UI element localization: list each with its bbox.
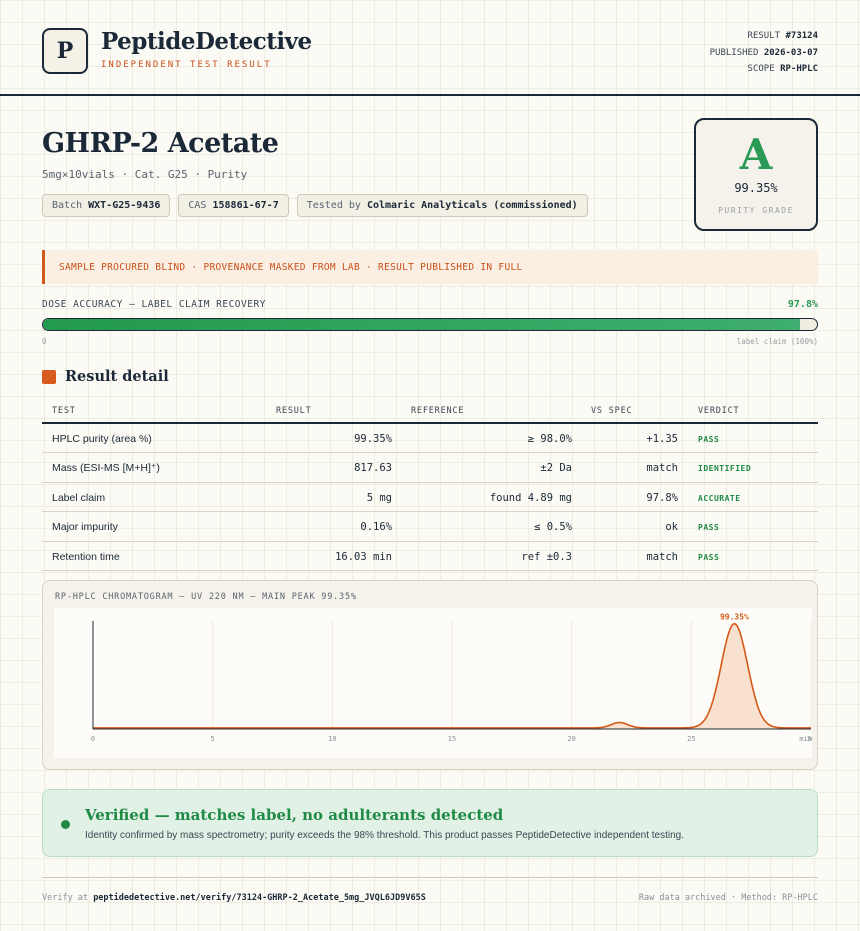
cell-test: HPLC purity (area %) (52, 433, 152, 445)
cell-verdict: ACCURATE (698, 493, 741, 503)
table-row: Major impurity 0.16% ≤ 0.5% ok PASS (42, 512, 818, 542)
x-tick-label: 10 (328, 735, 336, 743)
cell-verdict: PASS (698, 523, 720, 533)
table-row: Label claim 5 mg found 4.89 mg 97.8% ACC… (42, 483, 818, 513)
cell-vs-spec: match (646, 462, 678, 475)
verified-title: Verified — matches label, no adulterants… (85, 806, 504, 824)
cas-chip: CAS 158861-67-7 (178, 194, 289, 217)
x-tick-label: 0 (91, 735, 95, 743)
cell-result: 817.63 (354, 462, 392, 475)
table-header: TEST RESULT REFERENCE VS SPEC VERDICT (42, 398, 818, 424)
cell-reference: ≥ 98.0% (527, 433, 572, 445)
result-table: TEST RESULT REFERENCE VS SPEC VERDICT HP… (42, 398, 818, 571)
cell-result: 5 mg (366, 491, 392, 504)
cell-reference: ref ±0.3 (521, 550, 572, 563)
page-header: P PeptideDetective INDEPENDENT TEST RESU… (0, 0, 860, 96)
batch-chip: Batch WXT-G25-9436 (42, 194, 171, 217)
cell-verdict: IDENTIFIED (698, 464, 752, 474)
cell-vs-spec: 97.8% (646, 491, 678, 504)
chromatogram-svg: 051015202530min99.35% (91, 613, 815, 743)
table-row: Mass (ESI-MS [M+H]⁺) 817.63 ±2 Da match … (42, 453, 818, 483)
meta-result: RESULT #73124 (747, 31, 818, 41)
cell-reference: found 4.89 mg (489, 491, 572, 504)
chromatogram-title: RP-HPLC CHROMATOGRAM — UV 220 NM — MAIN … (55, 592, 357, 602)
cell-reference: ≤ 0.5% (534, 521, 572, 534)
dose-progress-fill (43, 319, 800, 330)
grade-letter: A (739, 130, 773, 179)
header-verdict: VERDICT (698, 406, 740, 416)
brand-name: PeptideDetective (101, 28, 312, 55)
verified-banner: Verified — matches label, no adulterants… (42, 789, 818, 857)
grade-percent: 99.35% (734, 181, 778, 195)
x-tick-label: 5 (211, 735, 215, 743)
meta-scope: SCOPE RP-HPLC (747, 64, 818, 74)
product-subtitle: 5mg×10vials · Cat. G25 · Purity (42, 168, 248, 181)
cell-vs-spec: ok (665, 521, 678, 534)
footer-method: Raw data archived · Method: RP-HPLC (638, 893, 818, 903)
x-unit-label: min (799, 735, 812, 743)
header-vs-spec: VS SPEC (591, 406, 633, 416)
header-test: TEST (52, 406, 76, 416)
result-detail-title: Result detail (65, 368, 169, 385)
cell-reference: ±2 Da (540, 462, 572, 475)
cell-vs-spec: +1.35 (646, 433, 678, 445)
cell-verdict: PASS (698, 435, 720, 444)
x-tick-label: 20 (567, 735, 575, 743)
peak-label: 99.35% (720, 613, 749, 622)
procurement-notice: SAMPLE PROCURED BLIND · PROVENANCE MASKE… (42, 250, 818, 284)
cell-result: 0.16% (360, 521, 392, 534)
dose-max-label: label claim (100%) (736, 337, 818, 346)
result-meta: RESULT #73124 PUBLISHED 2026-03-07 SCOPE… (710, 28, 818, 78)
verified-text: Identity confirmed by mass spectrometry;… (85, 830, 685, 841)
brand-tagline: INDEPENDENT TEST RESULT (101, 60, 272, 70)
grade-label: PURITY GRADE (718, 206, 794, 215)
dose-min-label: 0 (42, 337, 47, 346)
chromatogram-plot: 051015202530min99.35% (54, 608, 815, 758)
tested-by-chip: Tested by Colmaric Analyticals (commissi… (296, 194, 588, 217)
cell-result: 16.03 min (335, 550, 392, 563)
product-title: GHRP-2 Acetate (42, 128, 279, 159)
dose-accuracy-label: DOSE ACCURACY — LABEL CLAIM RECOVERY (42, 299, 266, 310)
dose-accuracy-percent: 97.8% (787, 299, 818, 310)
dose-progress-bar (42, 318, 818, 331)
cell-test: Major impurity (52, 521, 118, 534)
x-tick-label: 25 (687, 735, 695, 743)
page-footer: Verify at peptidedetective.net/verify/73… (42, 877, 818, 903)
product-chips: Batch WXT-G25-9436 CAS 158861-67-7 Teste… (42, 194, 588, 217)
section-marker-icon (42, 369, 56, 384)
chromatogram-panel: RP-HPLC CHROMATOGRAM — UV 220 NM — MAIN … (42, 580, 818, 770)
cell-test: Retention time (52, 550, 120, 563)
x-tick-label: 15 (448, 735, 456, 743)
meta-published: PUBLISHED 2026-03-07 (709, 47, 818, 58)
cell-vs-spec: match (646, 550, 678, 563)
cell-verdict: PASS (698, 552, 720, 562)
table-row: HPLC purity (area %) 99.35% ≥ 98.0% +1.3… (42, 424, 818, 454)
cell-result: 99.35% (354, 433, 392, 445)
logo: P (42, 28, 88, 74)
table-row: Retention time 16.03 min ref ±0.3 match … (42, 542, 818, 571)
purity-grade-card: A 99.35% PURITY GRADE (694, 118, 818, 231)
header-reference: REFERENCE (411, 406, 465, 416)
header-result: RESULT (276, 406, 312, 416)
cell-test: Label claim (52, 491, 106, 504)
cell-test: Mass (ESI-MS [M+H]⁺) (52, 462, 160, 475)
verified-dot-icon (61, 820, 70, 829)
verify-line: Verify at peptidedetective.net/verify/73… (42, 893, 426, 903)
result-detail-heading: Result detail (42, 368, 169, 385)
verify-link[interactable]: peptidedetective.net/verify/73124-GHRP-2… (93, 893, 426, 903)
